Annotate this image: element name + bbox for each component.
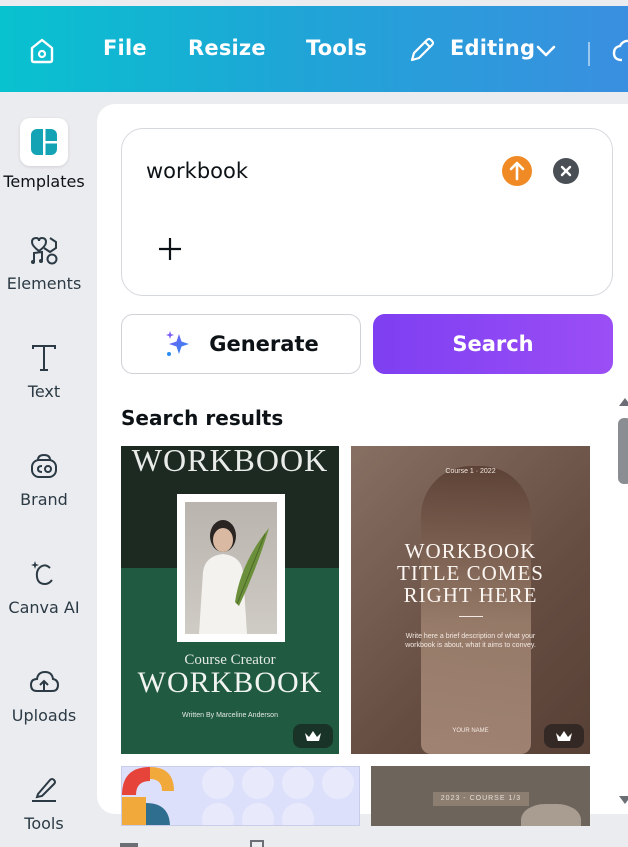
text-icon bbox=[32, 345, 56, 371]
chevron-down-icon[interactable] bbox=[536, 44, 556, 58]
templates-icon bbox=[31, 129, 57, 155]
sidebar-item-uploads[interactable]: Uploads bbox=[0, 666, 88, 725]
crown-icon bbox=[305, 731, 321, 741]
plus-icon bbox=[159, 238, 181, 260]
template-photo bbox=[185, 502, 277, 634]
geometric-pattern bbox=[122, 767, 354, 825]
generate-label: Generate bbox=[209, 332, 319, 356]
home-button[interactable] bbox=[26, 34, 58, 66]
premium-badge bbox=[293, 724, 333, 748]
search-label: Search bbox=[452, 332, 534, 356]
sidebar-item-label: Uploads bbox=[11, 706, 77, 725]
card-heading: WORKBOOK bbox=[131, 446, 329, 478]
crown-icon bbox=[556, 731, 572, 741]
arrow-up-icon bbox=[509, 161, 525, 181]
sidebar-item-label: Brand bbox=[20, 490, 68, 509]
template-card-course-creator-workbook[interactable]: WORKBOOK Course Creator WORKBOOK Written… bbox=[121, 446, 339, 754]
resize-button[interactable]: Resize bbox=[188, 36, 266, 60]
toolbar-icon-partial bbox=[120, 843, 138, 847]
search-button[interactable]: Search bbox=[373, 314, 613, 374]
timer-icon-partial bbox=[250, 840, 264, 847]
elements-icon bbox=[30, 236, 58, 265]
search-box[interactable]: workbook bbox=[121, 128, 613, 296]
sidebar-item-templates[interactable]: Templates bbox=[0, 118, 88, 191]
premium-badge bbox=[544, 724, 584, 748]
tools-icon bbox=[32, 778, 56, 802]
editing-mode-label[interactable]: Editing bbox=[450, 36, 535, 60]
tools-menu[interactable]: Tools bbox=[306, 36, 367, 60]
search-input[interactable]: workbook bbox=[146, 159, 248, 183]
home-icon bbox=[30, 38, 54, 64]
scroll-down-arrow[interactable] bbox=[619, 796, 628, 804]
sidebar-item-tools[interactable]: Tools bbox=[0, 774, 88, 833]
template-card-geometric[interactable] bbox=[121, 766, 360, 826]
card-kicker: Course 1 · 2022 bbox=[445, 468, 496, 475]
card-description: Write here a brief description of what y… bbox=[405, 633, 536, 649]
brand-icon bbox=[31, 453, 57, 478]
sidebar-item-label: Text bbox=[27, 382, 61, 401]
sidebar-item-label: Canva AI bbox=[8, 598, 80, 617]
pencil-icon bbox=[410, 37, 435, 62]
template-card-course[interactable]: 2023 - COURSE 1/3 bbox=[371, 766, 590, 826]
toolbar-divider bbox=[588, 42, 590, 66]
file-menu[interactable]: File bbox=[103, 36, 147, 60]
woman-with-leaf-photo bbox=[199, 520, 269, 634]
card-label: 2023 - COURSE 1/3 bbox=[433, 792, 529, 806]
sidebar-item-text[interactable]: Text bbox=[0, 342, 88, 401]
card-divider bbox=[459, 616, 483, 617]
templates-icon-wrap bbox=[20, 118, 68, 166]
sidebar-item-elements[interactable]: Elements bbox=[0, 234, 88, 293]
sidebar: Templates Elements Text Brand Canva AI U… bbox=[0, 92, 88, 847]
sidebar-item-label: Tools bbox=[24, 814, 64, 833]
sidebar-item-label: Templates bbox=[3, 172, 85, 191]
sidebar-item-label: Elements bbox=[6, 274, 82, 293]
card-photo bbox=[521, 804, 581, 826]
generate-button[interactable]: Generate bbox=[121, 314, 361, 374]
card-title: WORKBOOK TITLE COMES RIGHT HERE bbox=[397, 539, 544, 607]
close-icon bbox=[560, 165, 572, 177]
scrollbar-thumb[interactable] bbox=[618, 418, 628, 484]
sidebar-item-canva-ai[interactable]: Canva AI bbox=[0, 558, 88, 617]
card-title: WORKBOOK bbox=[137, 666, 323, 699]
template-card-workbook-title[interactable]: Course 1 · 2022 WORKBOOK TITLE COMES RIG… bbox=[351, 446, 590, 754]
sidebar-item-brand[interactable]: Brand bbox=[0, 450, 88, 509]
add-button[interactable] bbox=[156, 235, 184, 263]
uploads-icon bbox=[29, 670, 60, 692]
editing-mode-button[interactable] bbox=[406, 34, 438, 66]
canva-ai-icon bbox=[31, 561, 53, 586]
search-results-heading: Search results bbox=[121, 406, 284, 430]
clear-search-button[interactable] bbox=[553, 158, 579, 184]
sparkle-icon bbox=[166, 331, 190, 356]
scroll-up-arrow[interactable] bbox=[619, 398, 628, 406]
top-toolbar: File Resize Tools Editing bbox=[0, 6, 628, 92]
templates-panel: workbook Generate Search Search results … bbox=[97, 104, 628, 826]
upload-image-button[interactable] bbox=[502, 156, 532, 186]
card-author: Written By Marceline Anderson bbox=[182, 712, 278, 719]
cloud-icon[interactable] bbox=[612, 38, 628, 66]
